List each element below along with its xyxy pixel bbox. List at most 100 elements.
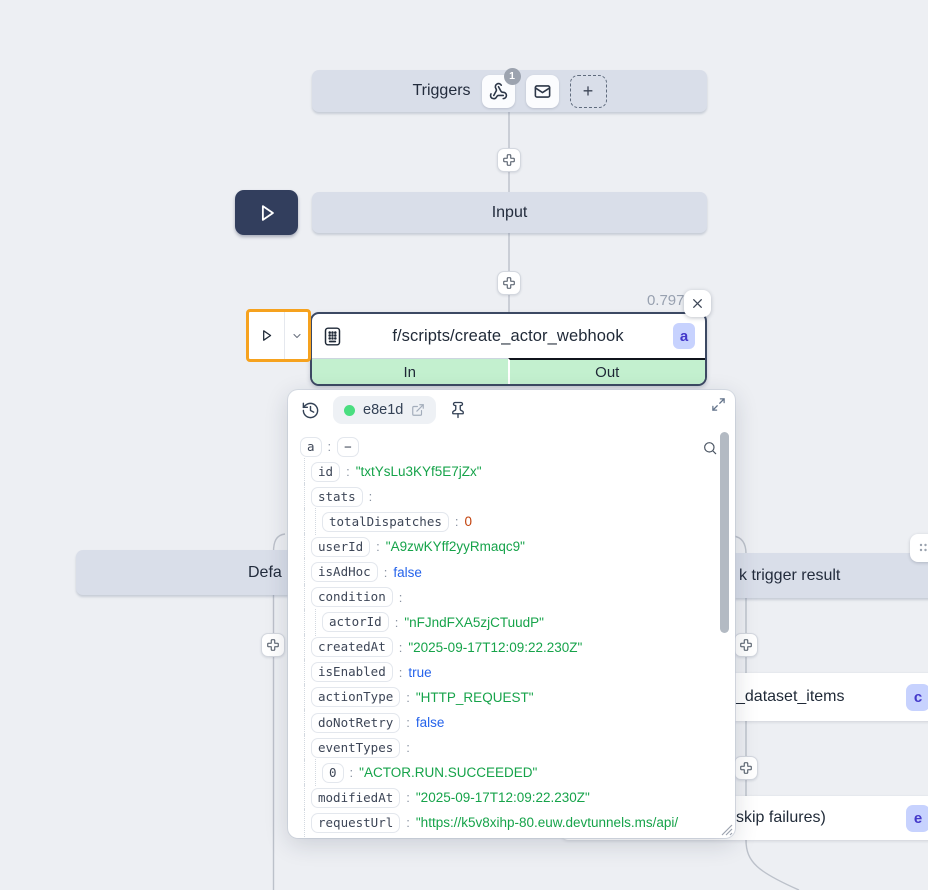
- json-key[interactable]: doNotRetry: [311, 713, 400, 733]
- json-key[interactable]: requestUrl: [311, 813, 400, 833]
- add-step-button[interactable]: [497, 148, 521, 172]
- resize-grip-icon: [718, 821, 733, 836]
- collapse-toggle[interactable]: −: [337, 437, 359, 457]
- json-colon: :: [406, 815, 410, 830]
- json-key[interactable]: a: [300, 437, 322, 457]
- json-key[interactable]: id: [311, 462, 340, 482]
- output-panel: e8e1d a:−id:"txtYsLu3KYf5E7jZx"stats:tot…: [288, 390, 735, 838]
- indent-guide: [304, 634, 305, 661]
- cross-plus-icon: [739, 761, 753, 775]
- json-row: id:"txtYsLu3KYf5E7jZx": [288, 459, 709, 484]
- indent-guide: [304, 759, 305, 786]
- panel-resize-handle[interactable]: [718, 821, 733, 836]
- add-step-button[interactable]: [734, 756, 758, 780]
- drag-dots-icon: [919, 543, 928, 553]
- json-row: a:−: [288, 434, 709, 459]
- triggers-label: Triggers: [412, 82, 470, 100]
- mail-icon: [533, 82, 552, 101]
- play-icon: [259, 328, 274, 343]
- add-step-button[interactable]: [734, 633, 758, 657]
- history-icon[interactable]: [301, 401, 320, 420]
- json-value: true: [408, 665, 431, 680]
- json-value: "HTTP_REQUEST": [416, 690, 534, 705]
- email-trigger-button[interactable]: [526, 75, 559, 108]
- expand-panel-button[interactable]: [711, 397, 726, 412]
- json-colon: :: [455, 514, 459, 529]
- run-id-pill[interactable]: e8e1d: [333, 396, 436, 424]
- indent-guide: [315, 508, 316, 535]
- add-step-button[interactable]: [261, 633, 285, 657]
- indent-guide: [304, 483, 305, 510]
- indent-guide: [304, 609, 305, 636]
- json-key[interactable]: 0: [322, 763, 344, 783]
- json-key[interactable]: totalDispatches: [322, 512, 449, 532]
- json-colon: :: [399, 640, 403, 655]
- skip-node-badge: e: [906, 805, 928, 832]
- script-node-badge: a: [673, 323, 695, 349]
- indent-guide: [304, 659, 305, 686]
- indent-guide: [304, 558, 305, 585]
- json-colon: :: [328, 439, 332, 454]
- json-key[interactable]: stats: [311, 487, 363, 507]
- json-row: stats:: [288, 484, 709, 509]
- json-value: false: [416, 715, 445, 730]
- json-key[interactable]: isEnabled: [311, 662, 393, 682]
- triggers-node[interactable]: Triggers 1 +: [312, 70, 707, 112]
- json-colon: :: [399, 665, 403, 680]
- output-panel-header: e8e1d: [288, 390, 735, 430]
- play-icon: [256, 202, 278, 224]
- json-key[interactable]: modifiedAt: [311, 788, 400, 808]
- edge-skip-down: [746, 840, 799, 890]
- json-key[interactable]: eventTypes: [311, 738, 400, 758]
- json-value: "2025-09-17T12:09:22.230Z": [416, 790, 590, 805]
- json-value: "A9zwKYff2yyRmaqc9": [386, 539, 525, 554]
- pin-icon[interactable]: [449, 401, 467, 419]
- json-row: condition:: [288, 585, 709, 610]
- run-options-button[interactable]: [285, 312, 308, 359]
- script-node-title: f/scripts/create_actor_webhook: [351, 327, 665, 346]
- node-actions-button[interactable]: [910, 534, 928, 562]
- indent-guide: [304, 458, 305, 485]
- json-row: actorId:"nFJndFXA5zjCTuudP": [288, 610, 709, 635]
- webhook-count-badge: 1: [504, 68, 521, 85]
- json-key[interactable]: actorId: [322, 612, 389, 632]
- add-trigger-button[interactable]: +: [570, 75, 607, 108]
- json-colon: :: [384, 565, 388, 580]
- add-step-button[interactable]: [497, 271, 521, 295]
- json-key[interactable]: isAdHoc: [311, 562, 378, 582]
- json-row: eventTypes:: [288, 735, 709, 760]
- dataset-node-badge: c: [906, 684, 928, 711]
- indent-guide: [304, 533, 305, 560]
- script-node-tabs: In Out: [312, 358, 705, 384]
- json-tree: a:−id:"txtYsLu3KYf5E7jZx"stats:totalDisp…: [288, 434, 709, 838]
- input-node[interactable]: Input: [312, 192, 707, 233]
- json-colon: :: [369, 489, 373, 504]
- external-link-icon[interactable]: [411, 403, 425, 417]
- json-colon: :: [395, 615, 399, 630]
- json-key[interactable]: actionType: [311, 687, 400, 707]
- tab-in[interactable]: In: [312, 358, 508, 384]
- script-node[interactable]: f/scripts/create_actor_webhook a In Out: [310, 312, 707, 386]
- run-id: e8e1d: [363, 402, 403, 418]
- close-preview-button[interactable]: [684, 290, 711, 317]
- default-branch-label: Defa: [248, 564, 282, 582]
- cross-plus-icon: [739, 638, 753, 652]
- webhook-trigger-button[interactable]: 1: [482, 75, 515, 108]
- json-key[interactable]: userId: [311, 537, 370, 557]
- json-value: false: [393, 565, 422, 580]
- indent-guide: [304, 684, 305, 711]
- indent-guide: [304, 734, 305, 761]
- json-colon: :: [399, 590, 403, 605]
- indent-guide: [304, 584, 305, 611]
- script-node-header: f/scripts/create_actor_webhook a: [312, 314, 705, 358]
- panel-scrollbar[interactable]: [720, 432, 729, 633]
- json-key[interactable]: condition: [311, 587, 393, 607]
- json-row: isAdHoc: false: [288, 559, 709, 584]
- json-row: actionType:"HTTP_REQUEST": [288, 685, 709, 710]
- run-flow-button[interactable]: [235, 190, 298, 235]
- tab-out[interactable]: Out: [508, 358, 706, 384]
- run-step-button[interactable]: [249, 312, 285, 359]
- json-key[interactable]: createdAt: [311, 637, 393, 657]
- json-row: 0:"ACTOR.RUN.SUCCEEDED": [288, 760, 709, 785]
- json-colon: :: [346, 464, 350, 479]
